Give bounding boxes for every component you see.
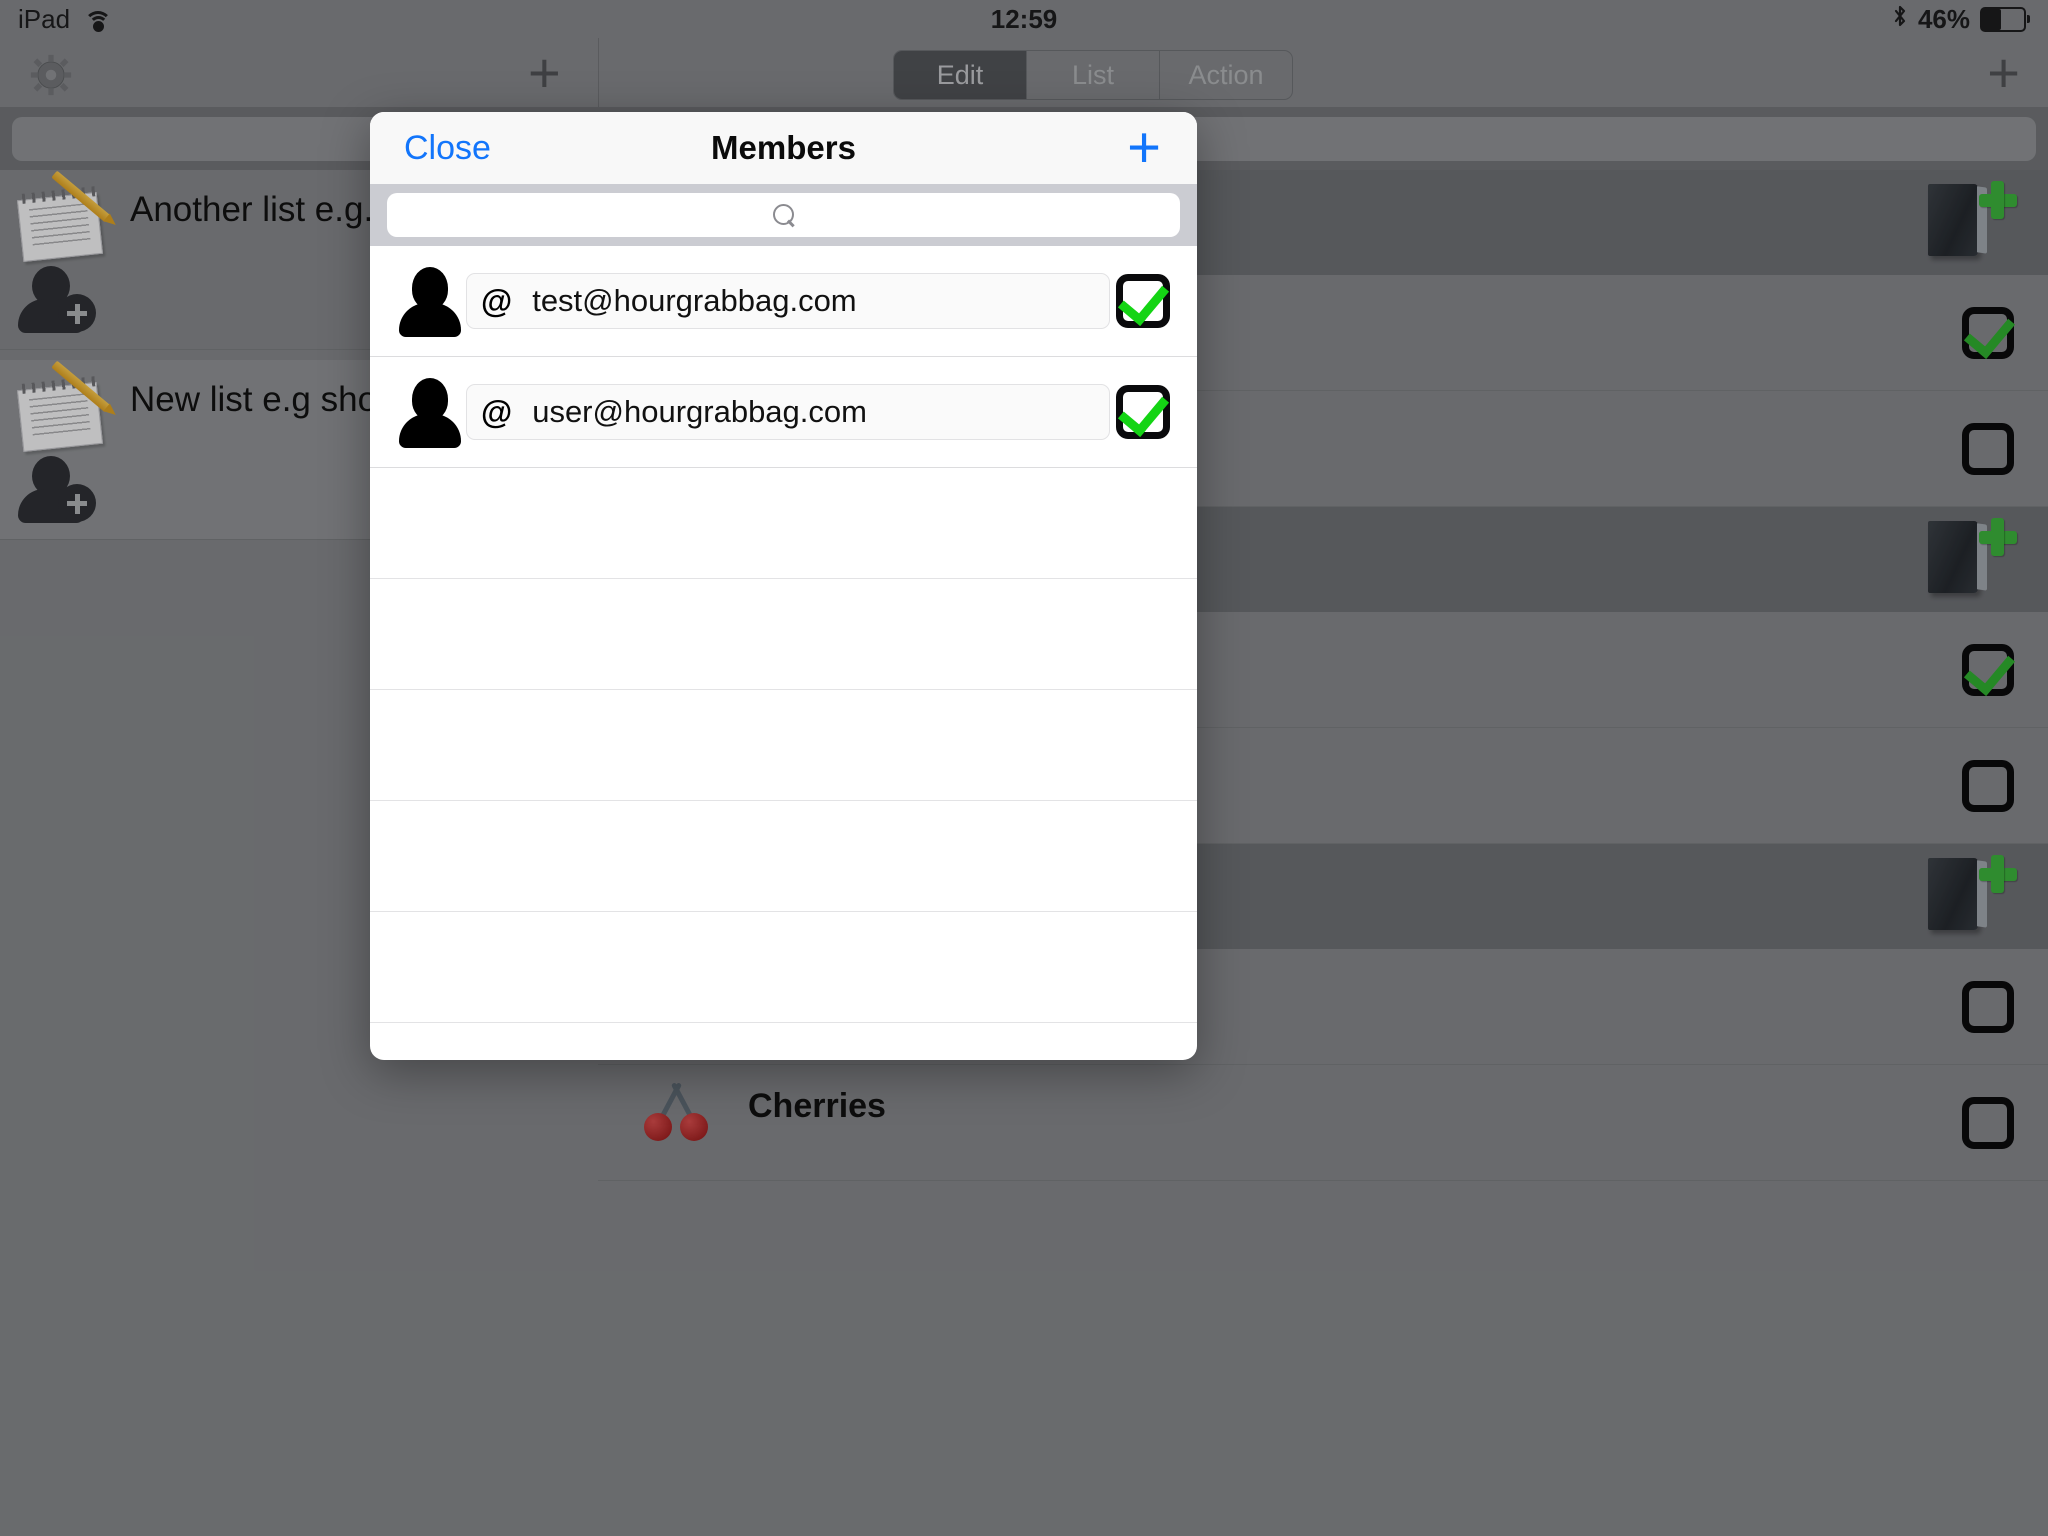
empty-list-row — [370, 579, 1197, 690]
ipad-screen: iPad 12:59 46% + Edit List Action + Anot… — [0, 0, 2048, 1536]
member-checkbox-checked-icon[interactable] — [1116, 272, 1170, 328]
person-icon — [399, 267, 461, 337]
empty-list-row — [370, 690, 1197, 801]
add-member-button[interactable]: + — [1127, 119, 1161, 177]
search-icon — [772, 204, 795, 226]
member-email-value: test@hourgrabbag.com — [532, 283, 857, 318]
empty-list-row — [370, 912, 1197, 1023]
member-email-field[interactable]: @ test@hourgrabbag.com — [466, 273, 1110, 329]
at-icon: @ — [481, 393, 513, 430]
member-checkbox-checked-icon[interactable] — [1116, 383, 1170, 439]
members-list: @ test@hourgrabbag.com @ user@hourgrabba… — [370, 246, 1197, 1023]
member-search-input[interactable] — [387, 193, 1180, 237]
empty-list-row — [370, 468, 1197, 579]
person-icon — [399, 378, 461, 448]
modal-search-bar — [370, 184, 1197, 246]
modal-header: Close Members + — [370, 112, 1197, 184]
at-icon: @ — [481, 282, 513, 319]
modal-title: Members — [711, 129, 856, 166]
empty-list-row — [370, 801, 1197, 912]
member-email-value: user@hourgrabbag.com — [532, 394, 867, 429]
member-row[interactable]: @ user@hourgrabbag.com — [370, 357, 1197, 468]
member-row[interactable]: @ test@hourgrabbag.com — [370, 246, 1197, 357]
members-modal: Close Members + @ test@hourgrabbag.com @… — [370, 112, 1197, 1060]
member-email-field[interactable]: @ user@hourgrabbag.com — [466, 384, 1110, 440]
